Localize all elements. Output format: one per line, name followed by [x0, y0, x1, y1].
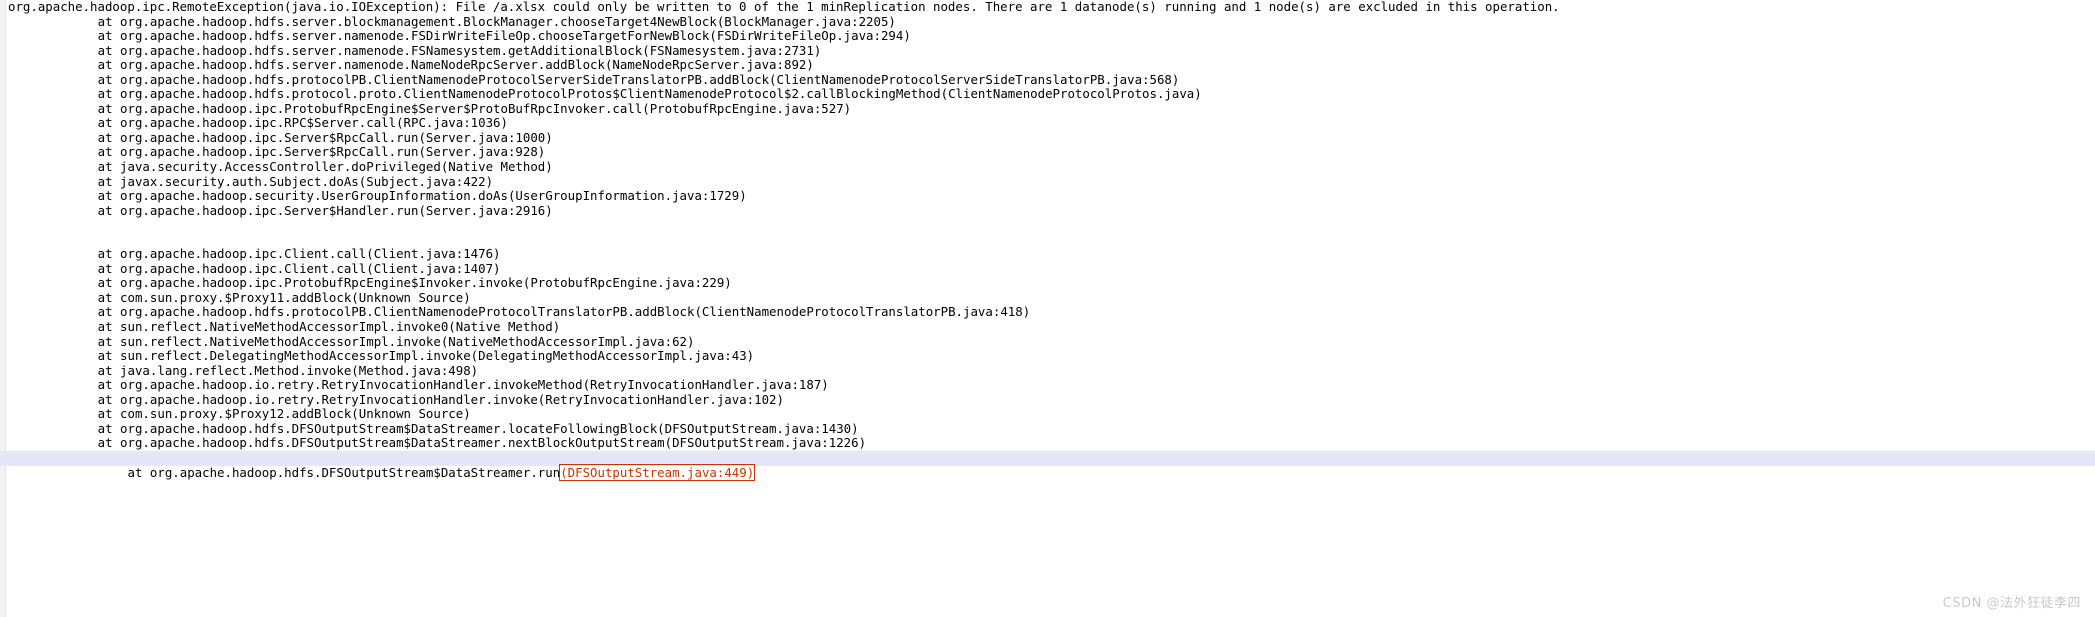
stack-frame-line[interactable]: at org.apache.hadoop.hdfs.server.namenod… [0, 58, 2095, 73]
stack-frame-line[interactable]: at sun.reflect.DelegatingMethodAccessorI… [0, 349, 2095, 364]
stack-frame-line-highlighted[interactable]: at org.apache.hadoop.hdfs.DFSOutputStrea… [0, 450, 2095, 481]
stack-frame-line[interactable]: at com.sun.proxy.$Proxy11.addBlock(Unkno… [0, 290, 2095, 306]
stack-frame-line[interactable]: at javax.security.auth.Subject.doAs(Subj… [0, 174, 2095, 190]
stack-frame-line[interactable]: at org.apache.hadoop.ipc.ProtobufRpcEngi… [0, 101, 2095, 117]
stack-frame-line[interactable]: at org.apache.hadoop.hdfs.server.namenod… [0, 29, 2095, 44]
stack-frame-line[interactable]: at org.apache.hadoop.io.retry.RetryInvoc… [0, 378, 2095, 393]
exception-header-line: org.apache.hadoop.ipc.RemoteException(ja… [8, 0, 1560, 14]
stack-frame-line[interactable]: at java.security.AccessController.doPriv… [0, 159, 2095, 175]
stack-frame-line[interactable]: at java.lang.reflect.Method.invoke(Metho… [0, 363, 2095, 379]
stack-frame-line[interactable]: at org.apache.hadoop.ipc.Client.call(Cli… [0, 247, 2095, 262]
stack-frame-line[interactable]: at org.apache.hadoop.ipc.Server$RpcCall.… [0, 130, 2095, 146]
stack-frame-line[interactable]: at org.apache.hadoop.ipc.Client.call(Cli… [0, 261, 2095, 277]
stack-frame-line[interactable]: at sun.reflect.NativeMethodAccessorImpl.… [0, 319, 2095, 335]
stack-frame-line[interactable]: at org.apache.hadoop.hdfs.protocolPB.Cli… [0, 305, 2095, 320]
stack-frame-line[interactable]: at org.apache.hadoop.hdfs.DFSOutputStrea… [0, 421, 2095, 437]
stack-frame-line[interactable]: at org.apache.hadoop.hdfs.protocol.proto… [0, 87, 2095, 102]
stack-frame-line[interactable]: at org.apache.hadoop.ipc.RPC$Server.call… [0, 116, 2095, 131]
stack-frame-line[interactable]: at org.apache.hadoop.hdfs.server.blockma… [0, 14, 2095, 30]
stack-frame-text: at org.apache.hadoop.hdfs.DFSOutputStrea… [67, 464, 561, 480]
stack-frame-line[interactable]: at org.apache.hadoop.ipc.Server$Handler.… [0, 203, 2095, 219]
stack-frame-line[interactable]: at sun.reflect.NativeMethodAccessorImpl.… [0, 334, 2095, 350]
stack-frame-line[interactable]: at org.apache.hadoop.security.UserGroupI… [0, 189, 2095, 204]
stack-trace-lines: at org.apache.hadoop.hdfs.server.blockma… [0, 14, 2095, 451]
stack-frame-line[interactable]: at org.apache.hadoop.ipc.ProtobufRpcEngi… [0, 276, 2095, 291]
stack-frame-line[interactable]: at org.apache.hadoop.ipc.Server$RpcCall.… [0, 145, 2095, 160]
csdn-watermark: CSDN @法外狂徒李四 [1942, 596, 2081, 611]
stack-frame-line[interactable]: at com.sun.proxy.$Proxy12.addBlock(Unkno… [0, 407, 2095, 422]
source-link-reference[interactable]: (DFSOutputStream.java:449) [559, 463, 756, 481]
stack-frame-line[interactable]: at org.apache.hadoop.hdfs.server.namenod… [0, 43, 2095, 59]
stack-frame-line[interactable]: at org.apache.hadoop.hdfs.DFSOutputStrea… [0, 436, 2095, 451]
stack-frame-line[interactable]: at org.apache.hadoop.io.retry.RetryInvoc… [0, 392, 2095, 408]
stack-frame-line[interactable]: at org.apache.hadoop.hdfs.protocolPB.Cli… [0, 72, 2095, 88]
console-output-panel[interactable]: org.apache.hadoop.ipc.RemoteException(ja… [0, 0, 2095, 617]
